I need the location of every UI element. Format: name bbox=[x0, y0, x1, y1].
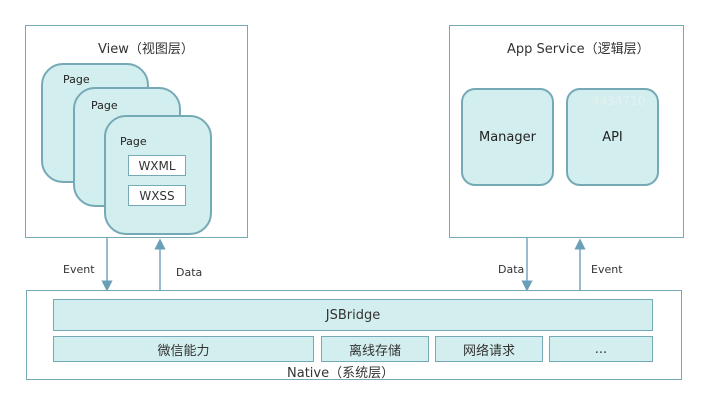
service-event-label: Event bbox=[591, 263, 623, 276]
capability-more: ... bbox=[549, 336, 653, 362]
service-data-label: Data bbox=[498, 263, 525, 276]
capability-wechat: 微信能力 bbox=[53, 336, 314, 362]
capability-network-request: 网络请求 bbox=[435, 336, 543, 362]
view-data-label: Data bbox=[176, 266, 203, 279]
view-event-label: Event bbox=[63, 263, 95, 276]
architecture-diagram: View（视图层） Page Page Page WXML WXSS App S… bbox=[0, 0, 709, 407]
jsbridge-bar: JSBridge bbox=[53, 299, 653, 331]
capability-offline-storage: 离线存储 bbox=[321, 336, 429, 362]
native-layer-title: Native（系统层） bbox=[287, 366, 395, 381]
